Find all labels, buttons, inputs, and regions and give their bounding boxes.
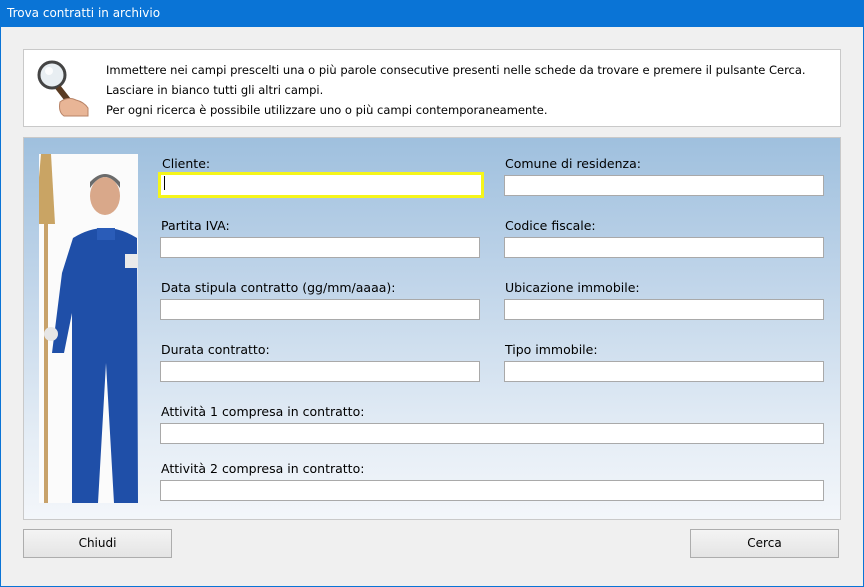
close-button[interactable]: Chiudi — [23, 529, 172, 558]
window-title: Trova contratti in archivio — [7, 6, 161, 20]
partita-iva-label: Partita IVA: — [161, 218, 230, 233]
tipo-immobile-input[interactable] — [504, 361, 824, 382]
comune-label: Comune di residenza: — [505, 156, 641, 171]
dialog-body: Immettere nei campi prescelti una o più … — [1, 27, 863, 586]
search-button[interactable]: Cerca — [690, 529, 839, 558]
search-form-panel: Cliente: Comune di residenza: Partita IV… — [23, 137, 841, 520]
data-stipula-input[interactable] — [160, 299, 480, 320]
instruction-line-1: Immettere nei campi prescelti una o più … — [106, 63, 806, 77]
durata-input[interactable] — [160, 361, 480, 382]
instruction-line-2: Lasciare in bianco tutti gli altri campi… — [106, 83, 324, 97]
cliente-input[interactable] — [158, 172, 484, 198]
attivita2-input[interactable] — [160, 480, 824, 501]
data-stipula-label: Data stipula contratto (gg/mm/aaaa): — [161, 280, 396, 295]
instructions-panel: Immettere nei campi prescelti una o più … — [23, 49, 841, 127]
comune-input[interactable] — [504, 175, 824, 196]
durata-label: Durata contratto: — [161, 342, 270, 357]
search-dialog-window: Trova contratti in archivio Immettere ne… — [0, 0, 864, 587]
ubicazione-input[interactable] — [504, 299, 824, 320]
codice-fiscale-input[interactable] — [504, 237, 824, 258]
codice-fiscale-label: Codice fiscale: — [505, 218, 596, 233]
attivita1-label: Attività 1 compresa in contratto: — [161, 404, 365, 419]
cliente-label: Cliente: — [162, 156, 211, 171]
magnifier-hand-icon — [37, 60, 89, 117]
attivita1-input[interactable] — [160, 423, 824, 444]
text-caret — [164, 176, 165, 190]
attivita2-label: Attività 2 compresa in contratto: — [161, 461, 365, 476]
ubicazione-label: Ubicazione immobile: — [505, 280, 640, 295]
title-bar[interactable]: Trova contratti in archivio — [0, 0, 864, 27]
instruction-line-3: Per ogni ricerca è possibile utilizzare … — [106, 103, 548, 117]
janitor-illustration — [39, 154, 138, 503]
tipo-immobile-label: Tipo immobile: — [505, 342, 598, 357]
partita-iva-input[interactable] — [160, 237, 480, 258]
